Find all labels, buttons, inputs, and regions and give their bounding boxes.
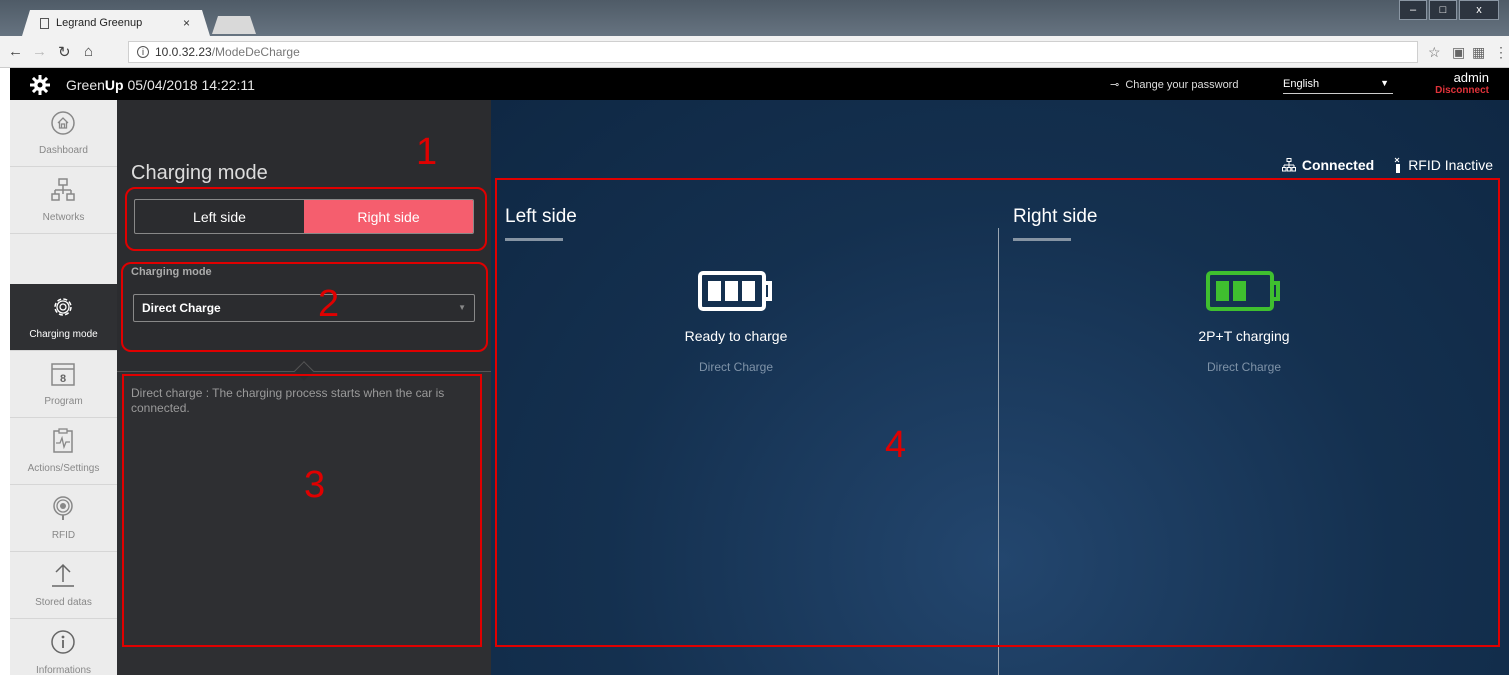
sidebar-item-label: Dashboard [39, 145, 88, 156]
username: admin [1453, 70, 1489, 85]
bookmark-star-icon[interactable]: ☆ [1428, 44, 1441, 61]
rfid-status-icon [1394, 157, 1401, 173]
sidebar-item-informations[interactable]: Informations [10, 619, 117, 675]
rfid-icon [53, 496, 73, 520]
browser-tab[interactable]: Legrand Greenup × [22, 10, 210, 36]
extension2-icon[interactable]: ▦ [1472, 44, 1485, 61]
tab-close-icon[interactable]: × [183, 16, 190, 30]
sidebar-item-actions-settings[interactable]: Actions/Settings [10, 418, 117, 485]
sidebar-item-label: Program [44, 396, 83, 407]
annotation-box-1 [125, 187, 487, 251]
url-input[interactable]: i 10.0.32.23/ModeDeCharge [128, 41, 1418, 63]
close-window-button[interactable]: x [1459, 0, 1499, 20]
sidebar: Dashboard Networks Charging mode 8 Progr… [10, 100, 117, 675]
chevron-down-icon: ▼ [1380, 78, 1389, 88]
maximize-button[interactable]: □ [1429, 0, 1457, 20]
sidebar-item-label: Stored datas [35, 597, 92, 608]
new-tab-button[interactable] [212, 16, 256, 34]
sidebar-item-label: RFID [51, 530, 76, 541]
header-datetime: 05/04/2018 14:22:11 [127, 77, 255, 93]
extension-icon[interactable]: ▣ [1452, 44, 1465, 61]
browser-titlebar: Legrand Greenup × – □ x [0, 0, 1509, 36]
annotation-box-3 [122, 374, 482, 647]
info-icon [51, 630, 75, 654]
status-bar: Connected RFID Inactive [1281, 157, 1493, 173]
annotation-number-2: 2 [318, 283, 340, 325]
annotation-number-3: 3 [304, 464, 326, 506]
window-controls: – □ x [1399, 0, 1499, 20]
sidebar-item-stored-datas[interactable]: Stored datas [10, 552, 117, 619]
site-info-icon[interactable]: i [137, 46, 149, 58]
minimize-button[interactable]: – [1399, 0, 1427, 20]
brand-title: GreenUp 05/04/2018 14:22:11 [66, 77, 255, 93]
language-select[interactable]: English ▼ [1283, 78, 1393, 94]
brand-light: Green [66, 77, 105, 93]
sidebar-item-networks[interactable]: Networks [10, 167, 117, 234]
menu-icon[interactable]: ⋮ [1494, 44, 1508, 61]
sidebar-item-label: Charging mode [29, 329, 98, 340]
url-host: 10.0.32.23 [155, 45, 212, 59]
sidebar-item-label: Networks [42, 212, 85, 223]
user-menu: admin Disconnect [1435, 71, 1489, 97]
gear-icon [54, 298, 72, 316]
sidebar-item-label: Informations [35, 665, 92, 675]
brand-bold: Up [104, 77, 124, 93]
gear-logo-icon [30, 75, 50, 95]
annotation-box-4 [495, 178, 1500, 647]
language-value: English [1283, 78, 1320, 90]
clipboard-pulse-icon [53, 428, 73, 453]
annotation-number-4: 4 [885, 424, 907, 466]
reload-icon[interactable]: ↻ [58, 43, 71, 61]
rfid-status: RFID Inactive [1408, 157, 1493, 173]
app-header: GreenUp 05/04/2018 14:22:11 ⊸ Change you… [10, 68, 1509, 100]
forward-icon[interactable]: → [32, 43, 47, 60]
calendar-icon: 8 [51, 363, 75, 386]
network-status-icon [1281, 158, 1296, 172]
tab-title: Legrand Greenup [56, 17, 143, 29]
calendar-number: 8 [60, 373, 66, 385]
address-bar: ← → ↻ ⌂ i 10.0.32.23/ModeDeCharge ☆ ▣ ▦ … [0, 36, 1509, 68]
key-icon: ⊸ [1110, 79, 1120, 91]
sidebar-item-label: Actions/Settings [27, 463, 100, 474]
sidebar-item-dashboard[interactable]: Dashboard [10, 100, 117, 167]
network-icon [51, 178, 75, 201]
disconnect-link[interactable]: Disconnect [1435, 84, 1489, 97]
sidebar-item-program[interactable]: 8 Program [10, 351, 117, 418]
annotation-number-1: 1 [416, 131, 438, 173]
annotation-box-2 [121, 262, 488, 352]
sidebar-item-rfid[interactable]: RFID [10, 485, 117, 552]
change-password-label: Change your password [1125, 79, 1239, 91]
upload-icon [52, 563, 74, 587]
page-icon [40, 17, 49, 29]
page-title: Charging mode [131, 162, 268, 184]
url-path: /ModeDeCharge [211, 45, 300, 59]
connection-status: Connected [1301, 157, 1375, 173]
home-icon [51, 111, 75, 135]
sidebar-item-charging-mode[interactable]: Charging mode [10, 284, 117, 351]
home-browser-icon[interactable]: ⌂ [84, 43, 93, 60]
back-icon[interactable]: ← [8, 43, 23, 60]
change-password-link[interactable]: ⊸ Change your password [1110, 78, 1238, 91]
